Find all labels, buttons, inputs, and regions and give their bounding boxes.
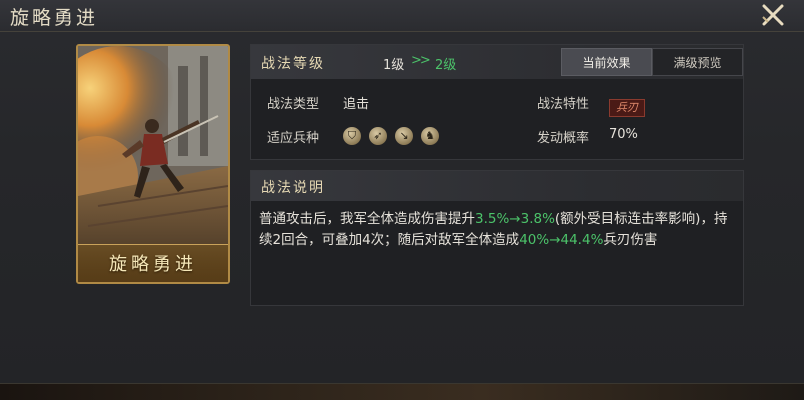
background-strip [0,384,804,400]
tactic-trait-label: 战法特性 [537,97,590,112]
description-header: 战法说明 [251,171,743,201]
level-header: 战法等级 1级 >> 2级 当前效果 满级预览 [251,45,743,79]
close-icon[interactable] [760,2,786,28]
window-title: 旋略勇进 [10,7,99,29]
description-part-3: 兵刃伤害 [603,232,658,248]
cavalry-troop-icon: ♞ [421,127,439,145]
title-bar: 旋略勇进 [0,0,804,32]
bow-troop-icon: ➶ [369,127,387,145]
trigger-chance-label: 发动概率 [537,131,590,146]
level-current: 1级 [383,58,405,73]
tactic-type-value: 追击 [343,97,370,112]
troop-types-label: 适应兵种 [267,131,320,146]
tactic-card: 旋略勇进 [76,44,230,284]
trigger-chance-value: 70% [609,127,638,142]
level-next: 2级 [435,58,457,73]
description-title: 战法说明 [261,180,325,196]
card-name-bar: 旋略勇进 [78,244,228,282]
level-label: 战法等级 [261,56,325,72]
tactic-type-label: 战法类型 [267,97,320,112]
troop-types: ⛉ ➶ ↘ ♞ [343,127,439,145]
tab-max-level-preview[interactable]: 满级预览 [652,48,743,76]
spear-troop-icon: ↘ [395,127,413,145]
description-text: 普通攻击后，我军全体造成伤害提升3.5%→3.8%(额外受目标连击率影响)，持续… [259,209,735,251]
tactic-properties-panel: 战法等级 1级 >> 2级 当前效果 满级预览 战法类型 追击 战法特性 兵刃 … [250,44,744,160]
card-name: 旋略勇进 [109,254,197,275]
tactic-trait-badge: 兵刃 [609,99,645,117]
description-part-1: 普通攻击后，我军全体造成伤害提升 [259,211,475,227]
level-arrow-icon: >> [411,53,431,68]
damage-boost-value: 3.5%→3.8% [475,211,555,227]
tactic-description-panel: 战法说明 普通攻击后，我军全体造成伤害提升3.5%→3.8%(额外受目标连击率影… [250,170,744,306]
tactic-detail-window: 旋略勇进 旋略勇进 战法等级 1级 >> 2级 当前效果 满级预览 战法类型 追… [0,0,804,384]
damage-rate-value: 40%→44.4% [519,232,604,248]
tab-current-effect[interactable]: 当前效果 [561,48,652,76]
shield-troop-icon: ⛉ [343,127,361,145]
effect-tabs: 当前效果 满级预览 [561,48,743,76]
